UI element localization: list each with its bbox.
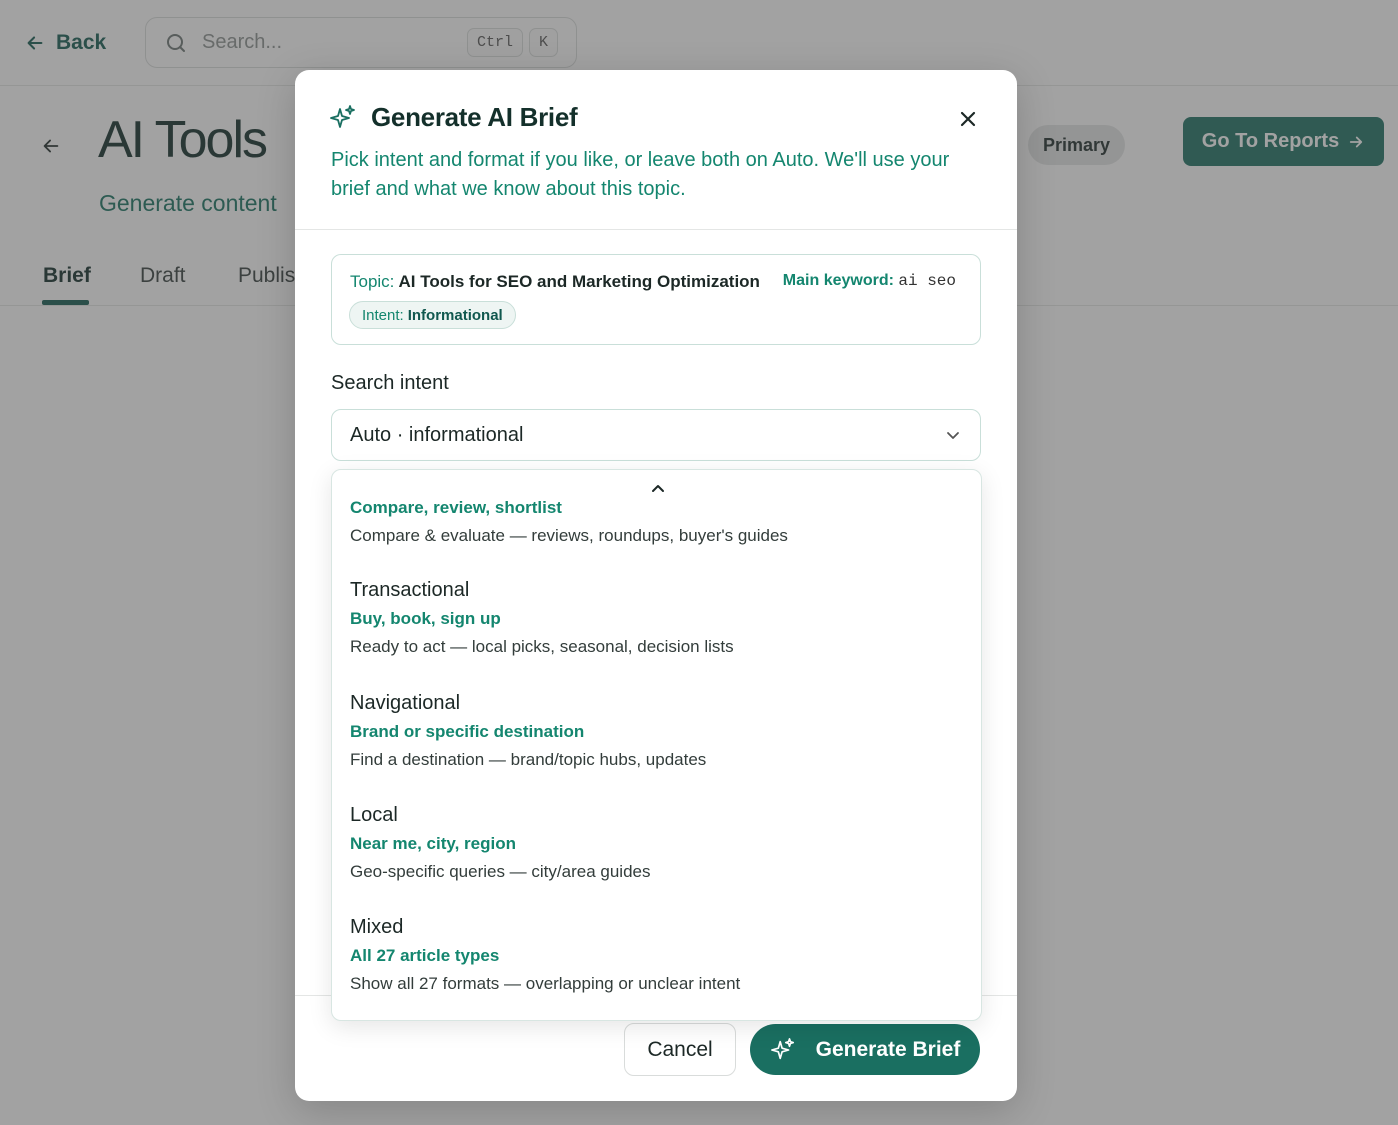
modal-title: Generate AI Brief [371, 102, 578, 132]
option-title: Transactional [350, 579, 470, 601]
option-description: Show all 27 formats — overlapping or unc… [350, 974, 741, 993]
option-description: Geo-specific queries — city/area guides [350, 862, 651, 881]
cancel-label: Cancel [647, 1037, 713, 1061]
sparkle-icon [330, 105, 355, 128]
intent-value: Informational [407, 306, 503, 324]
keyword-row: Main keyword: ai seo [783, 272, 956, 290]
close-button[interactable] [955, 106, 981, 132]
search-intent-dropdown: Compare, review, shortlist Compare & eva… [331, 469, 982, 1021]
option-subtitle: All 27 article types [350, 946, 500, 965]
option-title: Local [350, 804, 398, 826]
option-subtitle: Near me, city, region [350, 834, 516, 853]
search-intent-label: Search intent [331, 372, 449, 394]
cancel-button[interactable]: Cancel [624, 1023, 736, 1076]
search-intent-value: Auto · informational [350, 423, 524, 446]
dropdown-option-navigational[interactable]: Navigational Brand or specific destinati… [350, 688, 960, 774]
option-subtitle: Brand or specific destination [350, 722, 585, 741]
option-description: Ready to act — local picks, seasonal, de… [350, 637, 734, 656]
option-description: Compare & evaluate — reviews, roundups, … [350, 526, 788, 545]
dropdown-option-commercial[interactable]: Compare, review, shortlist Compare & eva… [350, 494, 960, 550]
dropdown-option-local[interactable]: Local Near me, city, region Geo-specific… [350, 800, 960, 886]
intent-chip: Intent: Informational [349, 301, 516, 329]
dropdown-option-transactional[interactable]: Transactional Buy, book, sign up Ready t… [350, 575, 960, 661]
search-intent-select[interactable]: Auto · informational [331, 409, 981, 461]
close-icon [960, 111, 976, 127]
option-subtitle: Compare, review, shortlist [350, 498, 562, 517]
dropdown-option-mixed[interactable]: Mixed All 27 article types Show all 27 f… [350, 912, 960, 998]
option-title: Navigational [350, 692, 461, 714]
modal-description: Pick intent and format if you like, or l… [331, 149, 950, 200]
modal-header: Generate AI Brief Pick intent and format… [295, 70, 1017, 230]
option-description: Find a destination — brand/topic hubs, u… [350, 750, 707, 769]
sparkle-icon [770, 1037, 794, 1059]
topic-card: Topic: AI Tools for SEO and Marketing Op… [331, 254, 981, 345]
intent-label: Intent: [362, 306, 404, 324]
chevron-down-icon [947, 432, 959, 439]
generate-brief-label: Generate Brief [815, 1037, 961, 1061]
option-subtitle: Buy, book, sign up [350, 609, 501, 628]
topic-row: Topic: AI Tools for SEO and Marketing Op… [350, 272, 760, 292]
generate-brief-button[interactable]: Generate Brief [750, 1024, 980, 1075]
keyword-label: Main keyword: [782, 272, 894, 289]
topic-value: AI Tools for SEO and Marketing Optimizat… [398, 272, 760, 291]
option-title: Mixed [350, 916, 404, 938]
keyword-value: ai seo [898, 272, 956, 290]
topic-label: Topic: [350, 272, 395, 291]
